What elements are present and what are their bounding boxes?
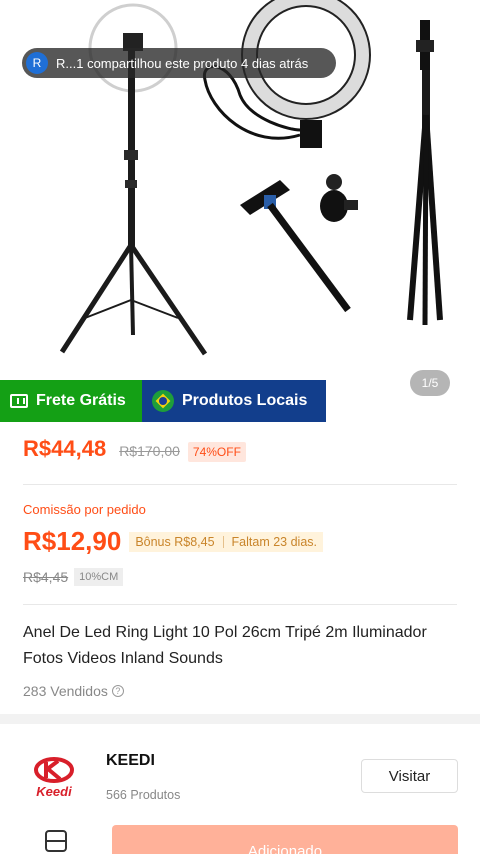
local-products-label: Produtos Locais	[182, 392, 308, 409]
commission-label: Comissão por pedido	[23, 502, 146, 517]
store-logo[interactable]: Keedi	[28, 756, 80, 800]
store-logo-text: Keedi	[36, 784, 72, 799]
gallery-page-indicator: 1/5	[410, 370, 450, 396]
keedi-logo-icon	[34, 757, 74, 783]
current-price: R$44,48	[23, 436, 107, 461]
share-banner: R R...1 compartilhou este produto 4 dias…	[22, 48, 336, 78]
truck-icon	[10, 394, 28, 408]
commission-rate-badge: 10%CM	[74, 568, 124, 586]
divider	[23, 604, 457, 605]
bonus-amount: Bônus R$8,45	[135, 534, 215, 549]
store-front-icon[interactable]	[45, 830, 67, 852]
local-products-badge: Produtos Locais	[142, 380, 326, 422]
free-shipping-label: Frete Grátis	[36, 392, 126, 409]
old-commission: R$4,45	[23, 569, 69, 585]
commission-value: R$12,90	[23, 526, 122, 556]
brazil-flag-icon	[152, 390, 174, 412]
sold-count: 283 Vendidos ?	[23, 683, 124, 699]
price-row: R$44,48 R$170,00 74%OFF	[23, 436, 246, 462]
bonus-tag: Bônus R$8,45 Faltam 23 dias.	[129, 531, 324, 552]
visit-store-button[interactable]: Visitar	[361, 759, 458, 793]
original-price: R$170,00	[119, 443, 180, 459]
divider	[23, 484, 457, 485]
section-separator	[0, 714, 480, 724]
added-button[interactable]: Adicionado	[112, 825, 458, 854]
product-title: Anel De Led Ring Light 10 Pol 26cm Tripé…	[23, 624, 427, 667]
commission-rate-row: R$4,45 10%CM	[23, 568, 124, 586]
help-icon[interactable]: ?	[111, 685, 124, 697]
commission-row: R$12,90 Bônus R$8,45 Faltam 23 dias.	[23, 526, 324, 557]
share-banner-text: R...1 compartilhou este produto 4 dias a…	[56, 55, 309, 71]
discount-badge: 74%OFF	[187, 442, 246, 462]
free-shipping-badge: Frete Grátis	[0, 380, 142, 422]
sold-count-text: 283 Vendidos	[23, 683, 108, 699]
store-product-count: 566 Produtos	[106, 788, 181, 802]
product-image-gallery[interactable]: R R...1 compartilhou este produto 4 dias…	[0, 0, 480, 380]
store-name[interactable]: KEEDI	[106, 752, 155, 770]
shipping-badges: Frete Grátis Produtos Locais	[0, 380, 326, 422]
bonus-remaining: Faltam 23 dias.	[231, 534, 318, 549]
sharer-avatar: R	[26, 52, 48, 74]
